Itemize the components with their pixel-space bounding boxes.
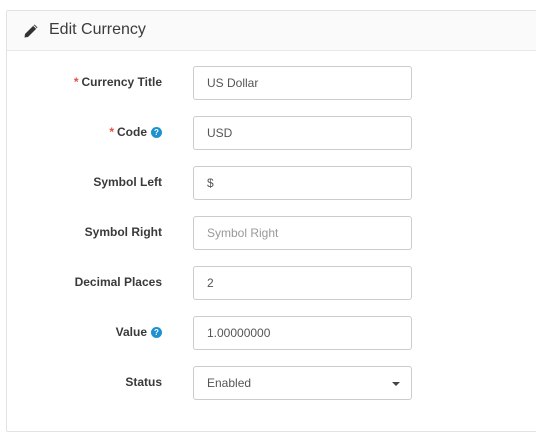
required-marker: * — [73, 75, 79, 89]
caret-down-icon — [392, 382, 400, 386]
question-circle-icon[interactable]: ? — [151, 327, 162, 338]
form-row-decimal-places: Decimal Places 2 — [7, 266, 427, 300]
symbol-right-label: Symbol Right — [84, 225, 162, 239]
code-input[interactable]: USD — [193, 116, 412, 150]
form-row-code: * Code? USD — [7, 116, 427, 150]
status-select[interactable]: Enabled — [193, 366, 412, 400]
value-input[interactable]: 1.00000000 — [193, 316, 412, 350]
form-row-symbol-left: Symbol Left $ — [7, 166, 427, 200]
question-circle-icon[interactable]: ? — [151, 127, 162, 138]
required-marker: * — [109, 125, 114, 139]
symbol-left-label: Symbol Left — [93, 175, 162, 189]
panel-title: Edit Currency — [49, 21, 146, 38]
decimal-places-input[interactable]: 2 — [193, 266, 412, 300]
edit-currency-panel: Edit Currency * Currency Title US Dollar … — [6, 10, 536, 432]
decimal-places-label: Decimal Places — [74, 275, 162, 289]
form-row-status: Status Enabled — [7, 366, 427, 400]
form-row-currency-title: * Currency Title US Dollar — [7, 66, 427, 100]
currency-title-input[interactable]: US Dollar — [193, 66, 412, 100]
status-selected-value: Enabled — [207, 376, 252, 390]
form-row-symbol-right: Symbol Right Symbol Right — [7, 216, 427, 250]
pencil-icon — [24, 24, 38, 38]
form-row-value: Value? 1.00000000 — [7, 316, 427, 350]
value-label: Value? — [116, 325, 162, 339]
status-label: Status — [125, 375, 162, 389]
symbol-right-input[interactable]: Symbol Right — [193, 216, 412, 250]
panel-heading: Edit Currency — [7, 11, 536, 51]
symbol-left-input[interactable]: $ — [193, 166, 412, 200]
code-label: * Code? — [109, 125, 162, 139]
currency-title-label: * Currency Title — [73, 75, 162, 89]
